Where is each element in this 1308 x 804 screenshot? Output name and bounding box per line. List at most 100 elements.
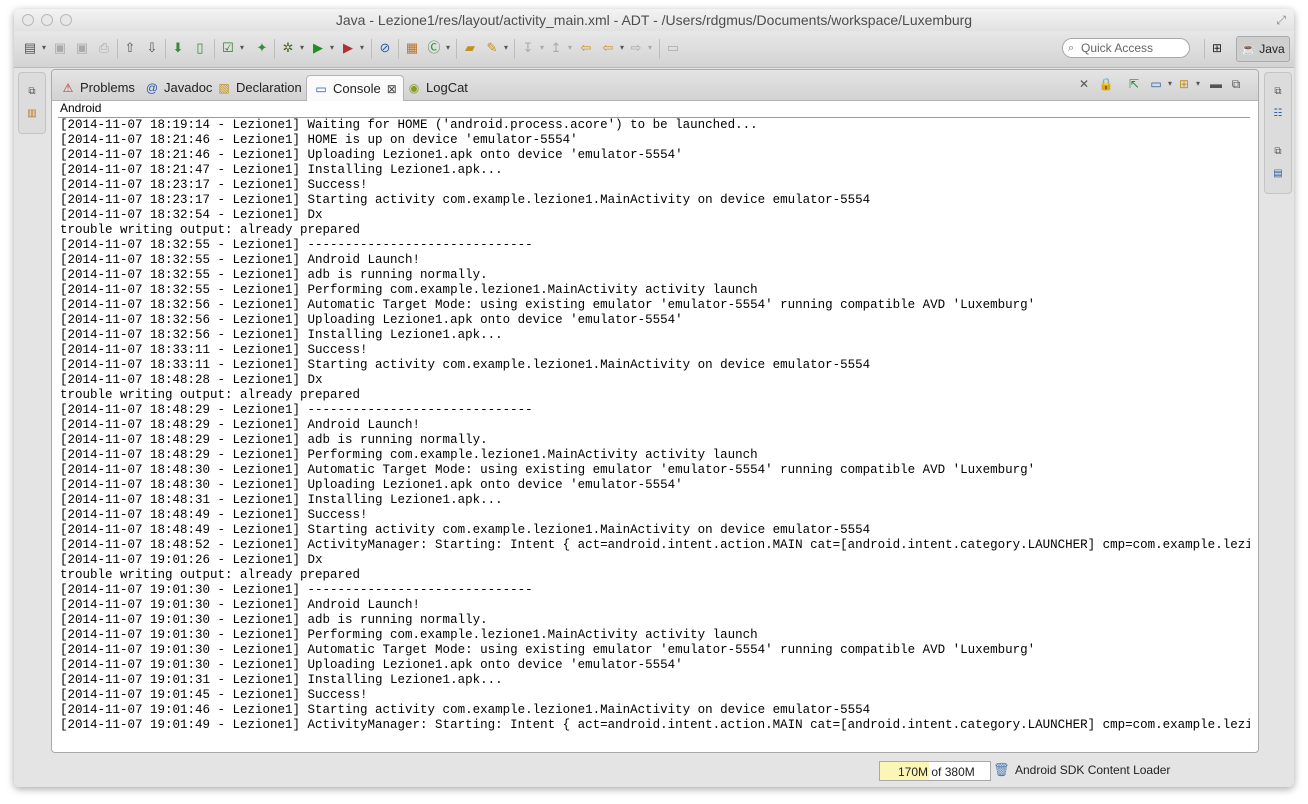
print-icon[interactable]: ⎙ (96, 40, 112, 56)
console-line: [2014-11-07 19:01:45 - Lezione1] Success… (60, 688, 368, 702)
declaration-icon: ▧ (218, 81, 230, 95)
logcat-icon: ◉ (408, 81, 420, 95)
zoom-window-button[interactable] (60, 14, 72, 26)
main-toolbar: ▤ ▾ ▣ ▣ ⎙ ⇧ ⇩ ⬇ ▯ ☑ ▾ ✦ ✲ ▾ ▶ ▾ ▶ ▾ ⊘ ▦ … (14, 31, 1294, 68)
skip-breakpoints-icon[interactable]: ⊘ (377, 40, 393, 56)
console-line: [2014-11-07 19:01:49 - Lezione1] Activit… (60, 718, 1250, 732)
heap-status[interactable]: 170M of 380M (879, 761, 991, 781)
download-icon[interactable]: ⇩ (144, 40, 160, 56)
pin-console-icon[interactable]: ⇱ (1126, 76, 1142, 92)
fullscreen-icon[interactable]: ⤢ (1276, 13, 1286, 28)
new-android-project-icon[interactable]: ✦ (254, 40, 270, 56)
remove-all-terminated-icon[interactable]: ✕ (1076, 76, 1092, 92)
save-all-icon[interactable]: ▣ (74, 40, 90, 56)
right-trim-stack: ⧉ ☷ ⧉ ▤ (1264, 72, 1292, 194)
perspective-label: Java (1259, 42, 1285, 56)
console-line: [2014-11-07 18:48:52 - Lezione1] Activit… (60, 538, 1250, 552)
maximize-icon[interactable]: ⧉ (1228, 76, 1244, 92)
minimize-window-button[interactable] (41, 14, 53, 26)
new-class-dropdown-icon[interactable]: ▾ (440, 40, 456, 56)
console-line: [2014-11-07 18:32:55 - Lezione1] Android… (60, 253, 421, 267)
checkbox-dropdown-icon[interactable]: ▾ (234, 40, 250, 56)
console-line: [2014-11-07 18:32:55 - Lezione1] adb is … (60, 268, 488, 282)
run-tool-dropdown-icon[interactable]: ▾ (354, 40, 370, 56)
console-line: [2014-11-07 19:01:31 - Lezione1] Install… (60, 673, 503, 687)
console-line: [2014-11-07 18:48:29 - Lezione1] Android… (60, 418, 421, 432)
save-icon[interactable]: ▣ (52, 40, 68, 56)
console-line: [2014-11-07 18:48:30 - Lezione1] Uploadi… (60, 478, 683, 492)
restore-icon[interactable]: ⧉ (25, 85, 39, 99)
heap-used: 170M (898, 765, 929, 779)
console-line: [2014-11-07 18:32:55 - Lezione1] Perform… (60, 283, 758, 297)
forward-dropdown-icon[interactable]: ▾ (642, 40, 658, 56)
debug-dropdown-icon[interactable]: ▾ (294, 40, 310, 56)
console-line: [2014-11-07 18:33:11 - Lezione1] Startin… (60, 358, 871, 372)
console-line: [2014-11-07 18:48:30 - Lezione1] Automat… (60, 463, 1036, 477)
tab-console[interactable]: ▭ Console ⊠ (306, 75, 404, 101)
task-list-icon[interactable]: ▤ (1271, 167, 1285, 181)
console-line: [2014-11-07 18:48:29 - Lezione1] Perform… (60, 448, 758, 462)
console-line: [2014-11-07 19:01:26 - Lezione1] Dx (60, 553, 323, 567)
tab-label: Console (333, 81, 381, 96)
console-line: [2014-11-07 18:48:49 - Lezione1] Success… (60, 508, 368, 522)
console-line: [2014-11-07 19:01:30 - Lezione1] adb is … (60, 613, 488, 627)
console-line: [2014-11-07 18:19:14 - Lezione1] Waiting… (60, 118, 758, 132)
console-line: [2014-11-07 19:01:46 - Lezione1] Startin… (60, 703, 871, 717)
search-dropdown-icon[interactable]: ▾ (498, 40, 514, 56)
title-bar: Java - Lezione1/res/layout/activity_main… (14, 9, 1294, 31)
console-line: [2014-11-07 19:01:30 - Lezione1] Uploadi… (60, 658, 683, 672)
previous-annotation-dropdown-icon[interactable]: ▾ (562, 40, 578, 56)
sdk-manager-icon[interactable]: ⬇ (170, 40, 186, 56)
heap-total: of 380M (931, 765, 975, 779)
pin-editor-icon[interactable]: ▭ (665, 40, 681, 56)
tab-label: LogCat (426, 80, 468, 95)
close-tab-icon[interactable]: ⊠ (387, 82, 397, 96)
close-window-button[interactable] (22, 14, 34, 26)
console-output[interactable]: [2014-11-07 18:19:14 - Lezione1] Waiting… (60, 118, 1250, 738)
tab-logcat[interactable]: ◉ LogCat (402, 75, 472, 100)
console-line: [2014-11-07 18:48:49 - Lezione1] Startin… (60, 523, 871, 537)
minimize-icon[interactable]: ▬ (1208, 76, 1224, 92)
search-icon: ⌕ (1068, 42, 1075, 54)
scroll-lock-icon[interactable]: 🔒 (1098, 76, 1114, 92)
window-title: Java - Lezione1/res/layout/activity_main… (335, 12, 973, 28)
quick-access-field[interactable]: ⌕ Quick Access (1062, 38, 1190, 58)
open-console-dropdown-icon[interactable]: ▾ (1190, 76, 1206, 92)
back-icon[interactable]: ⇦ (578, 40, 594, 56)
problems-icon: ⚠ (62, 81, 74, 95)
console-line: [2014-11-07 18:48:29 - Lezione1] adb is … (60, 433, 488, 447)
console-line: [2014-11-07 18:23:17 - Lezione1] Startin… (60, 193, 871, 207)
garbage-collect-icon[interactable]: 🗑 (993, 762, 1010, 778)
console-line: [2014-11-07 18:32:55 - Lezione1] -------… (60, 238, 533, 252)
console-line: [2014-11-07 19:01:30 - Lezione1] -------… (60, 583, 533, 597)
tab-problems[interactable]: ⚠ Problems (56, 75, 139, 100)
console-line: trouble writing output: already prepared (60, 388, 361, 402)
upload-icon[interactable]: ⇧ (122, 40, 138, 56)
open-type-icon[interactable]: ▰ (462, 40, 478, 56)
new-java-package-icon[interactable]: ▦ (404, 40, 420, 56)
console-line: [2014-11-07 18:48:29 - Lezione1] -------… (60, 403, 533, 417)
restore-icon[interactable]: ⧉ (1271, 85, 1285, 99)
console-line: [2014-11-07 18:21:47 - Lezione1] Install… (60, 163, 503, 177)
outline-icon[interactable]: ☷ (1271, 107, 1285, 121)
console-line: [2014-11-07 18:32:56 - Lezione1] Automat… (60, 298, 1036, 312)
left-trim-stack: ⧉ ▥ (18, 72, 46, 134)
restore-icon-2[interactable]: ⧉ (1271, 145, 1285, 159)
console-icon: ▭ (315, 82, 327, 96)
console-line: [2014-11-07 18:32:56 - Lezione1] Install… (60, 328, 503, 342)
console-line: [2014-11-07 18:33:11 - Lezione1] Success… (60, 343, 368, 357)
console-name: Android (60, 101, 102, 115)
console-line: trouble writing output: already prepared (60, 568, 361, 582)
package-explorer-icon[interactable]: ▥ (25, 107, 39, 121)
tab-declaration[interactable]: ▧ Declaration (212, 75, 306, 100)
tab-javadoc[interactable]: @ Javadoc (140, 75, 216, 100)
console-line: [2014-11-07 19:01:30 - Lezione1] Automat… (60, 643, 1036, 657)
run-dropdown-icon[interactable]: ▾ (324, 40, 340, 56)
avd-manager-icon[interactable]: ▯ (192, 40, 208, 56)
console-line: [2014-11-07 18:23:17 - Lezione1] Success… (60, 178, 368, 192)
java-perspective-icon: ☕ (1241, 42, 1260, 56)
java-perspective-button[interactable]: ☕ Java (1236, 36, 1290, 62)
ide-window: Java - Lezione1/res/layout/activity_main… (14, 9, 1294, 787)
open-perspective-icon[interactable]: ⊞ (1212, 36, 1222, 60)
new-dropdown-icon[interactable]: ▾ (36, 40, 52, 56)
